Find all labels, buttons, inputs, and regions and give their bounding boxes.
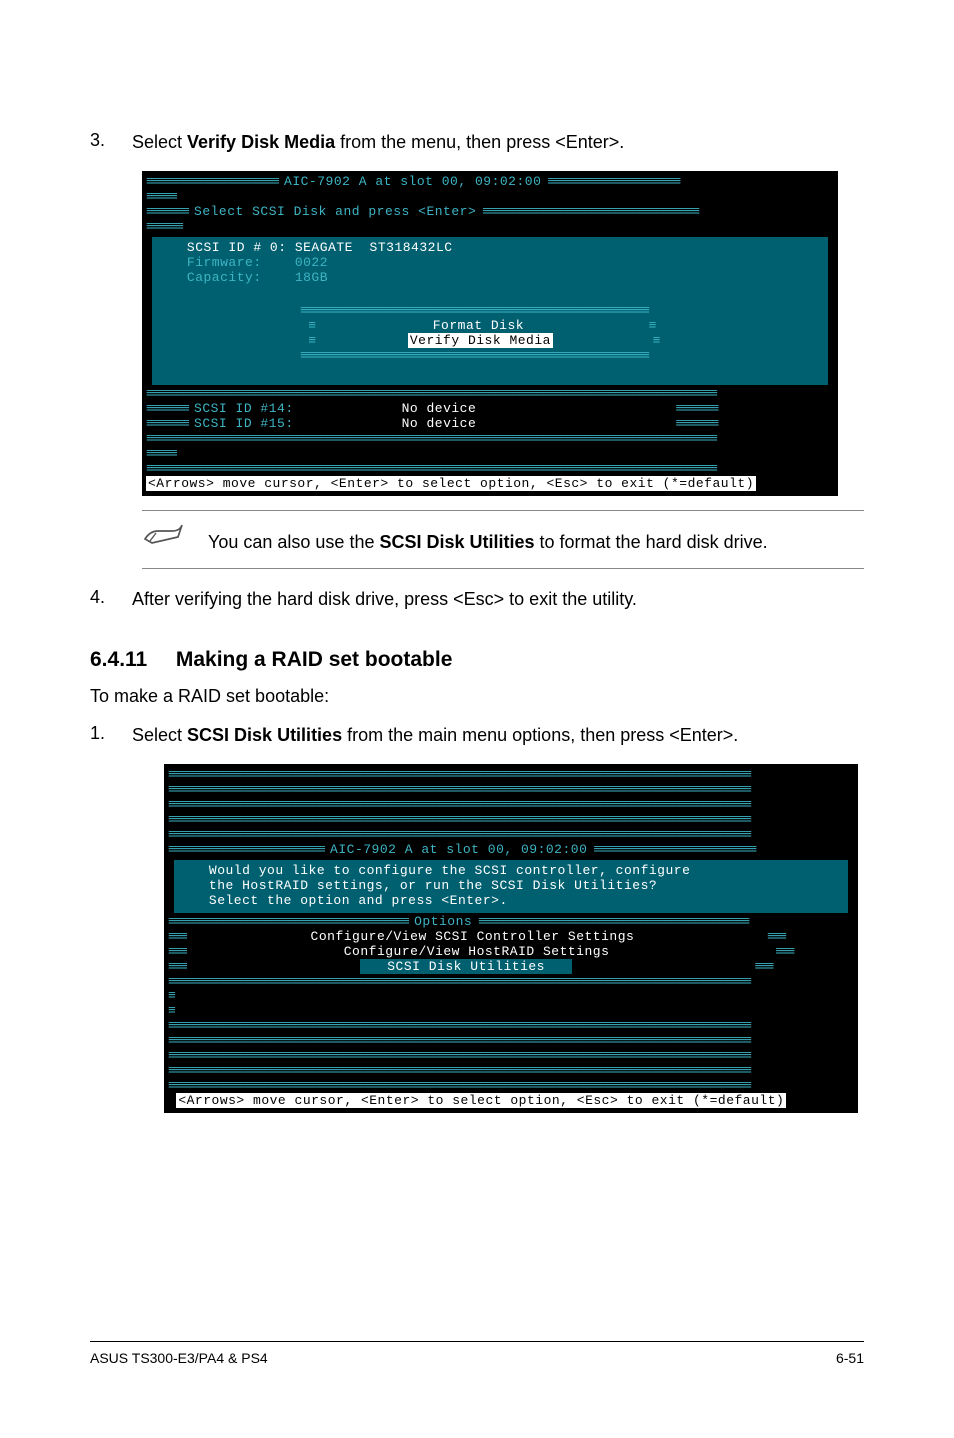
step-3: 3. Select Verify Disk Media from the men…: [90, 130, 864, 155]
step-num: 3.: [90, 130, 132, 155]
border: ≡≡≡≡≡≡≡≡≡≡≡≡≡≡≡≡≡≡≡≡≡≡≡≡≡≡≡≡≡≡≡≡≡≡≡≡≡≡≡≡…: [192, 304, 788, 319]
section-num: 6.4.11: [90, 648, 170, 672]
text-suffix: from the main menu options, then press <…: [342, 725, 738, 745]
subtitle-line: ≡≡≡≡≡≡≡ Select SCSI Disk and press <Ente…: [146, 205, 834, 220]
page-footer: ASUS TS300-E3/PA4 & PS4 6-51: [90, 1341, 864, 1366]
border: ≡≡≡≡≡≡≡≡≡≡≡≡≡≡≡≡≡≡≡≡≡≡≡≡≡≡≡≡≡≡≡≡≡≡≡≡≡≡≡≡…: [192, 349, 788, 364]
step-num: 4.: [90, 587, 132, 612]
opt2: ≡≡≡ Configure/View HostRAID Settings ≡≡≡: [168, 945, 854, 960]
border-line: ≡≡≡≡≡≡≡≡≡≡≡≡≡≡≡≡≡≡≡≡≡≡≡≡≡≡≡≡≡≡≡≡≡≡≡≡≡≡≡≡…: [168, 828, 854, 843]
border-line: ≡≡≡≡≡: [146, 190, 834, 205]
capacity-line: Capacity: 18GB: [162, 271, 818, 286]
note-suffix: to format the hard disk drive.: [535, 532, 768, 552]
note-callout: You can also use the SCSI Disk Utilities…: [142, 510, 864, 569]
intro-text: To make a RAID set bootable:: [90, 686, 864, 707]
spacer: [162, 366, 818, 381]
footer-right: 6-51: [836, 1350, 864, 1366]
border: ≡≡≡≡≡≡≡≡≡≡≡≡≡≡≡≡≡≡≡≡≡≡: [541, 174, 679, 189]
border-line: ≡≡≡≡≡≡≡≡≡≡≡≡≡≡≡≡≡≡≡≡≡≡≡≡≡≡≡≡≡≡≡≡≡≡≡≡≡≡≡≡…: [168, 1079, 854, 1094]
border-line: ≡≡≡≡≡≡≡≡≡≡≡≡≡≡≡≡≡≡≡≡≡≡≡≡≡≡≡≡≡≡≡≡≡≡≡≡≡≡≡≡…: [168, 813, 854, 828]
inner-menu: ≡≡≡≡≡≡≡≡≡≡≡≡≡≡≡≡≡≡≡≡≡≡≡≡≡≡≡≡≡≡≡≡≡≡≡≡≡≡≡≡…: [192, 304, 788, 364]
options-header: ≡≡≡≡≡≡≡≡≡≡≡≡≡≡≡≡≡≡≡≡≡≡≡≡≡≡≡≡≡≡≡≡≡≡≡≡≡≡≡≡…: [168, 915, 854, 930]
step-4: 4. After verifying the hard disk drive, …: [90, 587, 864, 612]
border-line: ≡≡≡≡≡≡≡≡≡≡≡≡≡≡≡≡≡≡≡≡≡≡≡≡≡≡≡≡≡≡≡≡≡≡≡≡≡≡≡≡…: [146, 432, 834, 447]
device-info-box: SCSI ID # 0: SEAGATE ST318432LC Firmware…: [152, 237, 828, 385]
step-text: Select SCSI Disk Utilities from the main…: [132, 723, 864, 748]
terminal-title: ≡≡≡≡≡≡≡≡≡≡≡≡≡≡≡≡≡≡≡≡≡≡ AIC-7902 A at slo…: [146, 175, 834, 190]
q1: Would you like to configure the SCSI con…: [184, 864, 838, 879]
format-option: ≡ Format Disk ≡: [192, 319, 788, 334]
spacer: ≡: [168, 1004, 854, 1019]
scsi-15-line: ≡≡≡≡≡≡≡ SCSI ID #15: No device ≡≡≡≡≡≡≡: [146, 417, 834, 432]
footer-left: ASUS TS300-E3/PA4 & PS4: [90, 1350, 268, 1366]
terminal-footer: <Arrows> move cursor, <Enter> to select …: [146, 477, 834, 492]
border-line: ≡≡≡≡≡: [146, 447, 834, 462]
border-line: ≡≡≡≡≡≡≡≡≡≡≡≡≡≡≡≡≡≡≡≡≡≡≡≡≡≡≡≡≡≡≡≡≡≡≡≡≡≡≡≡…: [168, 798, 854, 813]
border-line: ≡≡≡≡≡≡≡≡≡≡≡≡≡≡≡≡≡≡≡≡≡≡≡≡≡≡≡≡≡≡≡≡≡≡≡≡≡≡≡≡…: [168, 1019, 854, 1034]
note-text: You can also use the SCSI Disk Utilities…: [208, 526, 768, 553]
note-prefix: You can also use the: [208, 532, 379, 552]
section-heading: 6.4.11 Making a RAID set bootable: [90, 648, 864, 672]
terminal-footer: <Arrows> move cursor, <Enter> to select …: [168, 1094, 854, 1109]
border-line: ≡≡≡≡≡≡: [146, 220, 834, 235]
spacer: [162, 286, 818, 301]
opt1: ≡≡≡ Configure/View SCSI Controller Setti…: [168, 930, 854, 945]
border-line: ≡≡≡≡≡≡≡≡≡≡≡≡≡≡≡≡≡≡≡≡≡≡≡≡≡≡≡≡≡≡≡≡≡≡≡≡≡≡≡≡…: [168, 783, 854, 798]
firmware-line: Firmware: 0022: [162, 256, 818, 271]
border-line: ≡≡≡≡≡≡≡≡≡≡≡≡≡≡≡≡≡≡≡≡≡≡≡≡≡≡≡≡≡≡≡≡≡≡≡≡≡≡≡≡…: [168, 1049, 854, 1064]
step-num: 1.: [90, 723, 132, 748]
text-bold: Verify Disk Media: [187, 132, 335, 152]
question-box: Would you like to configure the SCSI con…: [174, 860, 848, 913]
border: ≡≡≡≡≡≡≡≡≡≡≡≡≡≡≡≡≡≡≡≡≡≡: [146, 174, 284, 189]
opt3: ≡≡≡ SCSI Disk Utilities ≡≡≡: [168, 960, 854, 975]
border-line: ≡≡≡≡≡≡≡≡≡≡≡≡≡≡≡≡≡≡≡≡≡≡≡≡≡≡≡≡≡≡≡≡≡≡≡≡≡≡≡≡…: [168, 1064, 854, 1079]
title-text: AIC-7902 A at slot 00, 09:02:00: [284, 174, 541, 189]
text-suffix: from the menu, then press <Enter>.: [335, 132, 624, 152]
border-line: ≡≡≡≡≡≡≡≡≡≡≡≡≡≡≡≡≡≡≡≡≡≡≡≡≡≡≡≡≡≡≡≡≡≡≡≡≡≡≡≡…: [168, 768, 854, 783]
terminal-screenshot-2: ≡≡≡≡≡≡≡≡≡≡≡≡≡≡≡≡≡≡≡≡≡≡≡≡≡≡≡≡≡≡≡≡≡≡≡≡≡≡≡≡…: [164, 764, 858, 1113]
step-text: Select Verify Disk Media from the menu, …: [132, 130, 864, 155]
text-prefix: Select: [132, 132, 187, 152]
step-1b: 1. Select SCSI Disk Utilities from the m…: [90, 723, 864, 748]
section-title: Making a RAID set bootable: [176, 648, 453, 671]
border-line: ≡≡≡≡≡≡≡≡≡≡≡≡≡≡≡≡≡≡≡≡≡≡≡≡≡≡≡≡≡≡≡≡≡≡≡≡≡≡≡≡…: [146, 462, 834, 477]
verify-option: ≡ Verify Disk Media ≡: [192, 334, 788, 349]
terminal-title: ≡≡≡≡≡≡≡≡≡≡≡≡≡≡≡≡≡≡≡≡≡≡≡≡≡≡ AIC-7902 A at…: [168, 843, 854, 858]
border-line: ≡≡≡≡≡≡≡≡≡≡≡≡≡≡≡≡≡≡≡≡≡≡≡≡≡≡≡≡≡≡≡≡≡≡≡≡≡≡≡≡…: [168, 975, 854, 990]
step-text: After verifying the hard disk drive, pre…: [132, 587, 864, 612]
subtitle: Select SCSI Disk and press <Enter>: [194, 204, 476, 219]
text-bold: SCSI Disk Utilities: [187, 725, 342, 745]
note-bold: SCSI Disk Utilities: [379, 532, 534, 552]
border-line: ≡≡≡≡≡≡≡≡≡≡≡≡≡≡≡≡≡≡≡≡≡≡≡≡≡≡≡≡≡≡≡≡≡≡≡≡≡≡≡≡…: [146, 387, 834, 402]
q2: the HostRAID settings, or run the SCSI D…: [184, 879, 838, 894]
scsi-14-line: ≡≡≡≡≡≡≡ SCSI ID #14: No device ≡≡≡≡≡≡≡: [146, 402, 834, 417]
terminal-screenshot-1: ≡≡≡≡≡≡≡≡≡≡≡≡≡≡≡≡≡≡≡≡≡≡ AIC-7902 A at slo…: [142, 171, 838, 496]
border-line: ≡≡≡≡≡≡≡≡≡≡≡≡≡≡≡≡≡≡≡≡≡≡≡≡≡≡≡≡≡≡≡≡≡≡≡≡≡≡≡≡…: [168, 1034, 854, 1049]
spacer: ≡: [168, 989, 854, 1004]
scsi-line: SCSI ID # 0: SEAGATE ST318432LC: [162, 241, 818, 256]
text-prefix: Select: [132, 725, 187, 745]
q3: Select the option and press <Enter>.: [184, 894, 838, 909]
pencil-icon: [142, 521, 186, 558]
